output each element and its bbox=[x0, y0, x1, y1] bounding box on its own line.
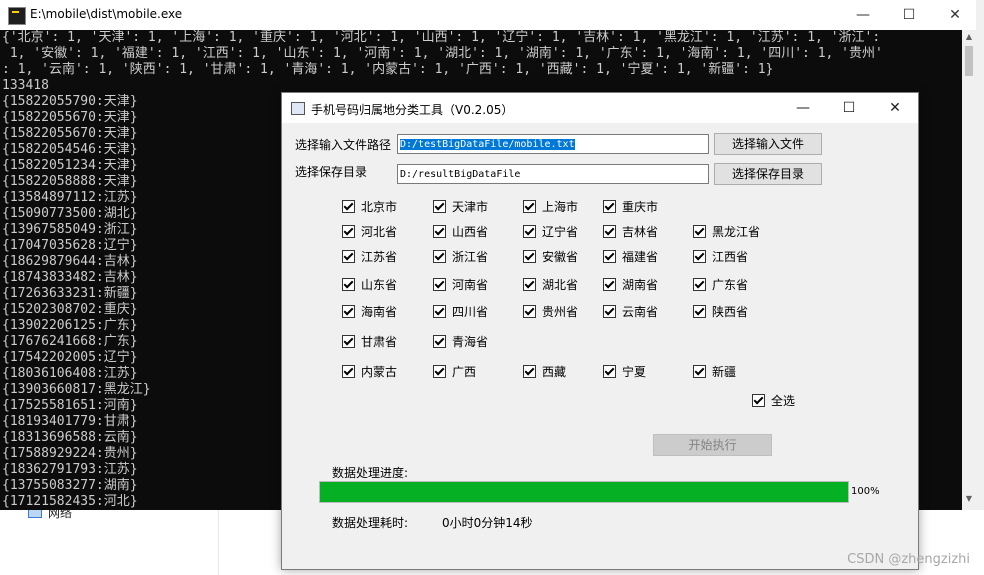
province-checkbox[interactable]: 江苏省 bbox=[342, 249, 397, 265]
check-icon bbox=[523, 278, 536, 291]
check-icon bbox=[603, 365, 616, 378]
province-checkbox[interactable]: 内蒙古 bbox=[342, 364, 397, 380]
watermark: CSDN @zhengzizhi bbox=[847, 552, 970, 567]
app-icon bbox=[291, 102, 305, 115]
province-checkbox[interactable]: 贵州省 bbox=[523, 304, 578, 320]
province-checkbox[interactable]: 陕西省 bbox=[693, 304, 748, 320]
dialog-maximize-button[interactable]: ☐ bbox=[826, 93, 872, 123]
check-icon bbox=[433, 335, 446, 348]
maximize-button[interactable]: ☐ bbox=[886, 0, 932, 30]
scroll-down-icon[interactable]: ▼ bbox=[962, 494, 976, 508]
dialog-title: 手机号码归属地分类工具（V0.2.05） bbox=[311, 103, 514, 117]
check-icon bbox=[433, 305, 446, 318]
check-icon bbox=[693, 365, 706, 378]
province-checkbox[interactable]: 四川省 bbox=[433, 304, 488, 320]
check-icon bbox=[342, 365, 355, 378]
province-checkbox[interactable]: 云南省 bbox=[603, 304, 658, 320]
province-checkbox[interactable]: 上海市 bbox=[523, 199, 578, 215]
province-checkbox[interactable]: 湖南省 bbox=[603, 277, 658, 293]
classifier-dialog: 手机号码归属地分类工具（V0.2.05） — ☐ ✕ 选择输入文件路径 D:/t… bbox=[281, 92, 919, 570]
progress-label: 数据处理进度: bbox=[332, 466, 409, 480]
dialog-close-button[interactable]: ✕ bbox=[872, 93, 918, 123]
province-checkbox[interactable]: 河北省 bbox=[342, 224, 397, 240]
console-line: {'北京': 1, '天津': 1, '上海': 1, '重庆': 1, '河北… bbox=[2, 30, 881, 45]
dialog-minimize-button[interactable]: — bbox=[780, 93, 826, 123]
save-dir-field[interactable]: D:/resultBigDataFile bbox=[397, 164, 709, 184]
check-icon bbox=[342, 200, 355, 213]
check-icon bbox=[523, 225, 536, 238]
start-button[interactable]: 开始执行 bbox=[653, 434, 772, 456]
console-scrollbar[interactable]: ▲ ▼ bbox=[962, 30, 976, 510]
province-checkbox[interactable]: 西藏 bbox=[523, 364, 566, 380]
check-icon bbox=[693, 225, 706, 238]
choose-save-dir-button[interactable]: 选择保存目录 bbox=[714, 163, 822, 185]
check-icon bbox=[603, 278, 616, 291]
province-checkbox[interactable]: 辽宁省 bbox=[523, 224, 578, 240]
province-checkbox[interactable]: 黑龙江省 bbox=[693, 224, 760, 240]
check-icon bbox=[693, 250, 706, 263]
province-checkbox[interactable]: 福建省 bbox=[603, 249, 658, 265]
check-icon bbox=[523, 365, 536, 378]
progress-bar-fill bbox=[320, 482, 848, 502]
check-icon bbox=[342, 335, 355, 348]
select-all-checkbox[interactable]: 全选 bbox=[752, 393, 795, 409]
check-icon bbox=[693, 305, 706, 318]
check-icon bbox=[433, 200, 446, 213]
province-checkbox[interactable]: 安徽省 bbox=[523, 249, 578, 265]
check-icon bbox=[523, 250, 536, 263]
dialog-titlebar: 手机号码归属地分类工具（V0.2.05） — ☐ ✕ bbox=[282, 93, 918, 123]
check-icon bbox=[603, 200, 616, 213]
check-icon bbox=[433, 250, 446, 263]
console-line: 1, '安徽': 1, '福建': 1, '江西': 1, '山东': 1, '… bbox=[2, 46, 883, 61]
province-checkbox[interactable]: 湖北省 bbox=[523, 277, 578, 293]
province-checkbox[interactable]: 河南省 bbox=[433, 277, 488, 293]
province-checkbox[interactable]: 甘肃省 bbox=[342, 334, 397, 350]
province-checkbox[interactable]: 海南省 bbox=[342, 304, 397, 320]
input-path-field[interactable]: D:/testBigDataFile/mobile.txt bbox=[397, 134, 709, 154]
check-icon bbox=[693, 278, 706, 291]
province-checkbox[interactable]: 山西省 bbox=[433, 224, 488, 240]
elapsed-label: 数据处理耗时: bbox=[332, 516, 409, 530]
province-checkbox[interactable]: 吉林省 bbox=[603, 224, 658, 240]
province-checkbox[interactable]: 江西省 bbox=[693, 249, 748, 265]
close-button[interactable]: ✕ bbox=[932, 0, 978, 30]
choose-input-file-button[interactable]: 选择输入文件 bbox=[714, 133, 822, 155]
console-title: E:\mobile\dist\mobile.exe bbox=[30, 7, 183, 21]
check-icon bbox=[603, 305, 616, 318]
check-icon bbox=[523, 200, 536, 213]
console-titlebar: E:\mobile\dist\mobile.exe — ☐ ✕ bbox=[0, 0, 976, 30]
province-checkbox[interactable]: 新疆 bbox=[693, 364, 736, 380]
scroll-up-icon[interactable]: ▲ bbox=[962, 32, 976, 46]
province-checkbox[interactable]: 广西 bbox=[433, 364, 476, 380]
check-icon bbox=[433, 278, 446, 291]
check-icon bbox=[603, 250, 616, 263]
python-console-icon bbox=[8, 7, 26, 25]
check-icon bbox=[342, 278, 355, 291]
province-checkbox[interactable]: 重庆市 bbox=[603, 199, 658, 215]
scroll-thumb[interactable] bbox=[965, 46, 973, 76]
check-icon bbox=[342, 250, 355, 263]
elapsed-value: 0小时0分钟14秒 bbox=[442, 516, 533, 530]
province-checkbox[interactable]: 北京市 bbox=[342, 199, 397, 215]
province-checkbox[interactable]: 山东省 bbox=[342, 277, 397, 293]
progress-percent: 100% bbox=[851, 486, 880, 497]
check-icon bbox=[342, 225, 355, 238]
province-checkbox[interactable]: 青海省 bbox=[433, 334, 488, 350]
province-checkbox[interactable]: 浙江省 bbox=[433, 249, 488, 265]
check-icon bbox=[603, 225, 616, 238]
province-checkbox[interactable]: 宁夏 bbox=[603, 364, 646, 380]
province-checkbox[interactable]: 广东省 bbox=[693, 277, 748, 293]
check-icon bbox=[433, 225, 446, 238]
check-icon bbox=[523, 305, 536, 318]
save-dir-label: 选择保存目录 bbox=[295, 165, 368, 179]
check-icon bbox=[342, 305, 355, 318]
check-icon bbox=[433, 365, 446, 378]
province-checkbox[interactable]: 天津市 bbox=[433, 199, 488, 215]
progress-bar bbox=[319, 481, 849, 503]
input-path-label: 选择输入文件路径 bbox=[295, 138, 392, 152]
console-line: : 1, '云南': 1, '陕西': 1, '甘肃': 1, '青海': 1,… bbox=[2, 62, 774, 77]
check-icon bbox=[752, 394, 765, 407]
minimize-button[interactable]: — bbox=[840, 0, 886, 30]
